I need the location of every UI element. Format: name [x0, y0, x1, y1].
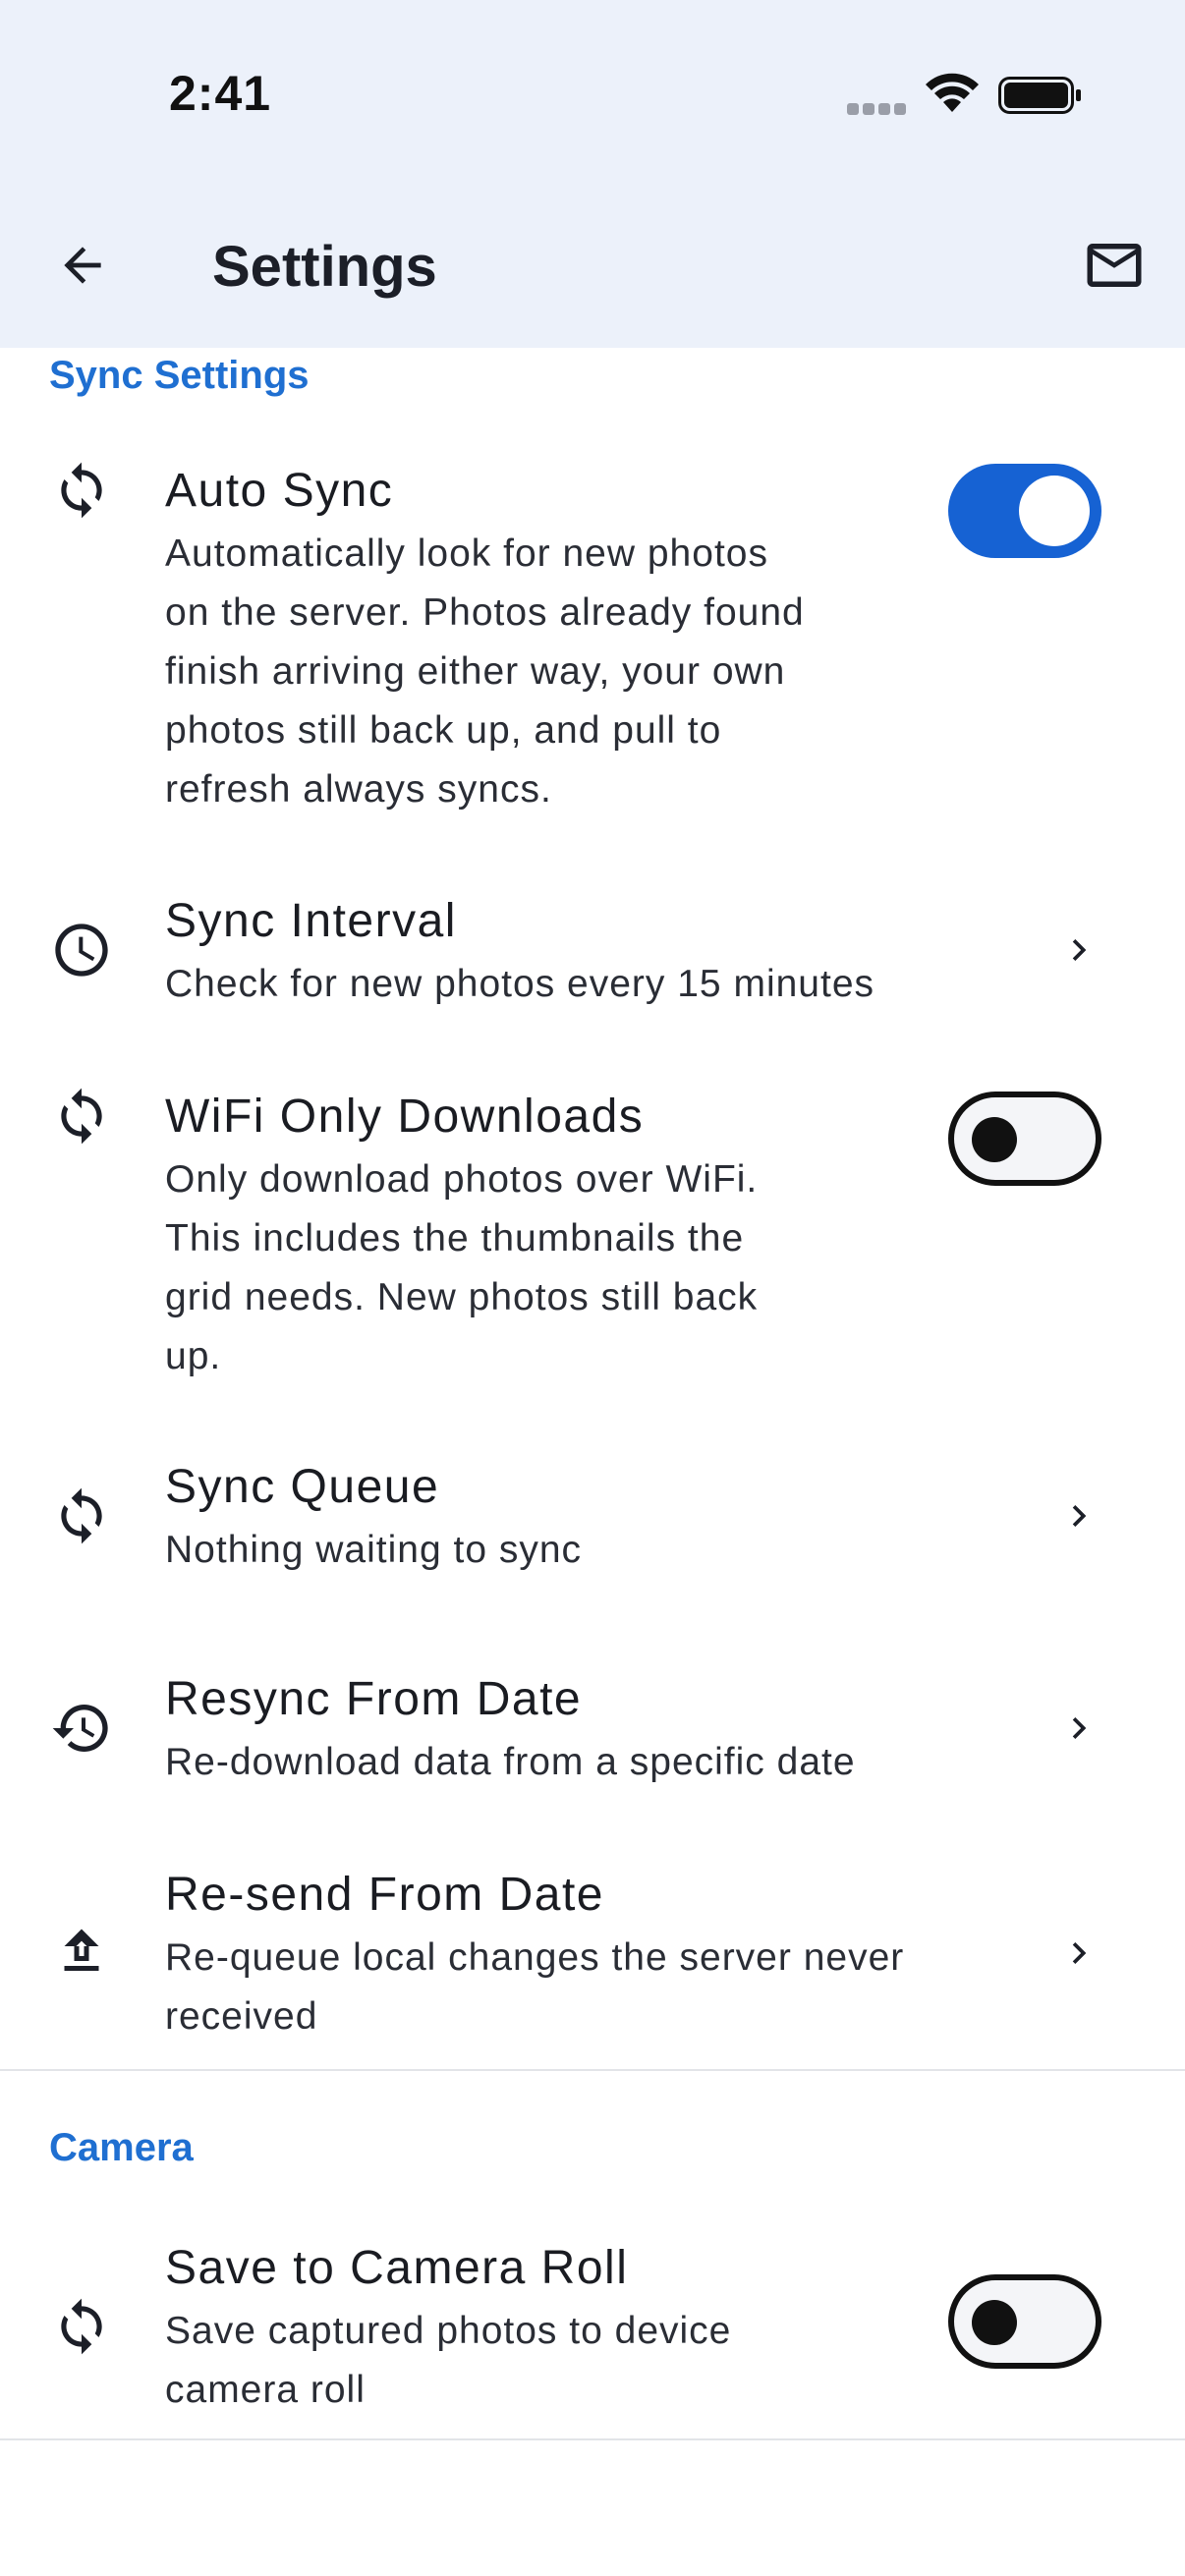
settings-row-resync-from-date[interactable]: Resync From Date Re-download data from a…	[0, 1666, 1185, 1794]
chevron-right-icon	[1057, 1929, 1100, 1978]
setting-title: Sync Interval	[165, 895, 457, 947]
setting-title: Save to Camera Roll	[165, 2242, 629, 2294]
chevron-right-icon	[1057, 1491, 1100, 1540]
setting-description: Re-queue local changes the server never …	[165, 1936, 905, 2038]
setting-description: Only download photos over WiFi. This inc…	[165, 1158, 759, 1377]
page-title: Settings	[212, 235, 437, 299]
history-icon	[49, 1696, 114, 1761]
toggle-knob	[972, 2300, 1017, 2345]
setting-title: Auto Sync	[165, 465, 394, 517]
setting-title: Resync From Date	[165, 1673, 583, 1725]
section-header-camera: Camera	[49, 2126, 194, 2169]
sync-icon	[49, 1484, 114, 1548]
upload-icon	[49, 1919, 114, 1984]
setting-description: Re-download data from a specific date	[165, 1741, 856, 1783]
section-divider	[0, 2438, 1185, 2440]
toggle-knob	[972, 1117, 1017, 1162]
mail-icon	[1087, 244, 1142, 287]
setting-description: Save captured photos to device camera ro…	[165, 2310, 732, 2411]
app-bar: 2:41 Settings	[0, 0, 1185, 348]
chevron-right-icon	[1057, 1704, 1100, 1753]
section-header-sync-settings: Sync Settings	[49, 354, 310, 397]
sync-icon	[49, 2294, 114, 2359]
cellular-signal-icon	[847, 103, 908, 117]
toggle-knob	[1019, 476, 1090, 546]
sync-icon	[49, 1084, 114, 1148]
setting-title: Sync Queue	[165, 1461, 440, 1513]
section-divider	[0, 2069, 1185, 2071]
mail-button[interactable]	[1071, 224, 1157, 307]
settings-row-re-send-from-date[interactable]: Re-send From Date Re-queue local changes…	[0, 1862, 1185, 2048]
settings-row-auto-sync[interactable]: Auto Sync Automatically look for new pho…	[0, 458, 1185, 831]
chevron-right-icon	[1057, 925, 1100, 975]
settings-row-wifi-only-downloads[interactable]: WiFi Only Downloads Only download photos…	[0, 1084, 1185, 1398]
settings-row-save-to-camera-roll[interactable]: Save to Camera Roll Save captured photos…	[0, 2235, 1185, 2422]
clock-icon	[49, 918, 114, 982]
back-button[interactable]	[41, 224, 124, 307]
setting-description: Automatically look for new photos on the…	[165, 532, 805, 811]
wifi-icon	[926, 73, 979, 112]
setting-description: Check for new photos every 15 minutes	[165, 963, 875, 1005]
setting-title: WiFi Only Downloads	[165, 1091, 645, 1143]
settings-row-sync-interval[interactable]: Sync Interval Check for new photos every…	[0, 888, 1185, 1016]
save-to-camera-roll-toggle[interactable]	[948, 2274, 1101, 2369]
status-time: 2:41	[169, 66, 272, 121]
setting-description: Nothing waiting to sync	[165, 1529, 583, 1571]
setting-title: Re-send From Date	[165, 1869, 604, 1921]
settings-row-sync-queue[interactable]: Sync Queue Nothing waiting to sync	[0, 1454, 1185, 1582]
battery-icon	[998, 77, 1081, 114]
sync-icon	[49, 458, 114, 523]
wifi-only-downloads-toggle[interactable]	[948, 1092, 1101, 1186]
arrow-back-icon	[64, 247, 101, 284]
auto-sync-toggle[interactable]	[948, 464, 1101, 558]
